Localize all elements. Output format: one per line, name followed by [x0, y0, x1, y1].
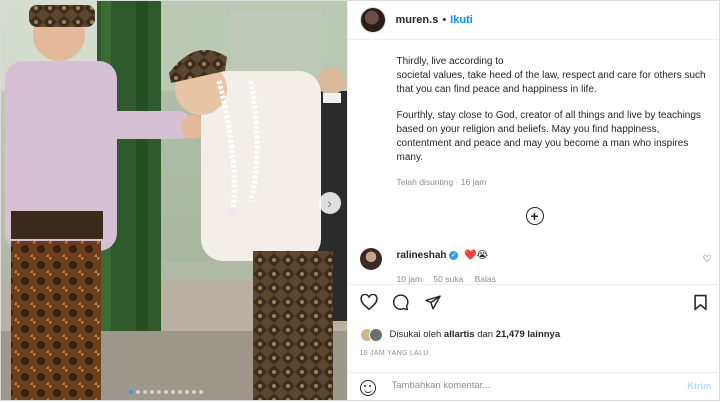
post-photo[interactable]: ›: [1, 1, 347, 400]
post-modal: › muren.s • Ikuti Thirdly, live accordin…: [0, 0, 720, 401]
edited-timestamp: Telah disunting · 16 jam: [396, 177, 487, 187]
carousel-dot: [185, 390, 189, 394]
commenter-avatar[interactable]: [359, 248, 382, 270]
post-sidebar: muren.s • Ikuti Thirdly, live according …: [346, 1, 720, 400]
carousel-dot: [136, 390, 140, 394]
carousel-dot: [178, 390, 182, 394]
post-comment-button[interactable]: Kirim: [687, 381, 711, 392]
comment-likes[interactable]: 50 suka: [433, 274, 463, 284]
carousel-dot: [150, 390, 154, 394]
carousel-dot: [143, 390, 147, 394]
caption-paragraph: Thirdly, live according to societal value…: [396, 56, 706, 95]
liker-username[interactable]: allartis: [444, 329, 475, 340]
comment-like-heart-icon[interactable]: ♡: [703, 254, 712, 265]
comment-icon[interactable]: [392, 294, 410, 311]
follow-button[interactable]: Ikuti: [450, 14, 473, 26]
share-send-icon[interactable]: [424, 294, 442, 311]
post-time-ago[interactable]: 16 JAM YANG LALU: [360, 350, 429, 357]
like-heart-icon[interactable]: [359, 294, 378, 311]
post-actions: Disukai oleh allartis dan 21,479 lainnya…: [347, 284, 720, 396]
comment-meta: 10 jam 50 suka Balas: [397, 274, 505, 284]
post-header: muren.s • Ikuti: [347, 1, 719, 40]
caption-paragraph: Fourthly, stay close to God, creator of …: [396, 110, 701, 163]
add-comment-bar: Kirim: [347, 372, 720, 403]
carousel-dot: [199, 390, 203, 394]
carousel-next-button[interactable]: ›: [318, 192, 341, 214]
carousel-dot: [129, 390, 133, 394]
load-more-comments-button[interactable]: +: [525, 207, 544, 225]
bookmark-icon[interactable]: [693, 294, 708, 311]
carousel-dot: [164, 390, 168, 394]
likes-prefix: Disukai oleh: [389, 329, 442, 340]
commenter-username[interactable]: ralineshah: [397, 250, 447, 261]
carousel-dot: [171, 390, 175, 394]
header-separator: •: [442, 14, 447, 26]
post-caption: Thirdly, live according to societal value…: [397, 55, 713, 177]
comment-item: ralineshah ✓ ❤️😭 10 jam 50 suka Balas ♡: [359, 246, 716, 284]
likes-count[interactable]: 21,479 lainnya: [496, 329, 560, 340]
comment-time[interactable]: 10 jam: [397, 274, 423, 284]
comment-input[interactable]: [389, 379, 644, 392]
carousel-dot: [192, 390, 196, 394]
comment-reply-button[interactable]: Balas: [475, 274, 496, 284]
carousel-dot: [157, 390, 161, 394]
carousel-dots: [129, 390, 203, 394]
likes-and: dan: [477, 329, 494, 340]
verified-badge-icon: ✓: [449, 250, 459, 260]
comment-text: ❤️😭: [464, 250, 489, 261]
wedding-photo-image: [1, 1, 347, 400]
author-username[interactable]: muren.s: [396, 14, 439, 26]
likes-summary: Disukai oleh allartis dan 21,479 lainnya: [359, 328, 560, 342]
author-avatar[interactable]: [359, 7, 386, 33]
liker-avatars[interactable]: [359, 328, 384, 342]
emoji-smile-icon[interactable]: [359, 380, 376, 396]
